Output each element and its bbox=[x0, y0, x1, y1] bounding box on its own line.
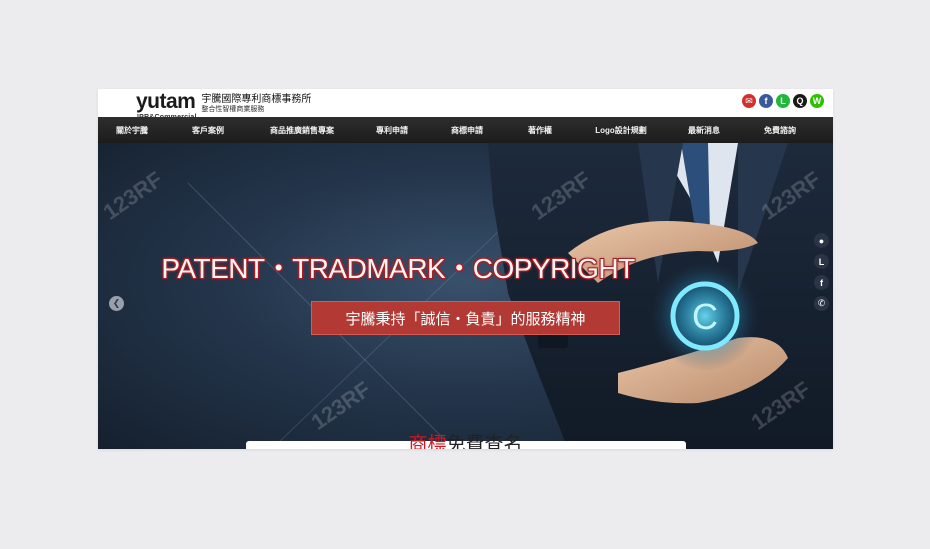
line-icon[interactable]: L bbox=[776, 94, 790, 108]
nav-item-clients[interactable]: 客戶案例 bbox=[166, 125, 250, 136]
carousel-prev-button[interactable]: ❮ bbox=[109, 296, 124, 311]
site-logo[interactable]: yutam IPR&Commercial 宇騰國際專利商標事務所 整合性智權商業… bbox=[136, 91, 311, 121]
hero-illustration: C bbox=[187, 143, 833, 449]
nav-item-trademark[interactable]: 商標申請 bbox=[430, 125, 504, 136]
nav-item-news[interactable]: 最新消息 bbox=[666, 125, 742, 136]
line-icon[interactable]: L bbox=[814, 254, 829, 269]
nav-item-about[interactable]: 關於宇騰 bbox=[98, 125, 166, 136]
chat-icon[interactable]: ● bbox=[814, 233, 829, 248]
facebook-icon[interactable]: f bbox=[814, 275, 829, 290]
nav-item-promotion[interactable]: 商品推廣銷售專案 bbox=[250, 125, 354, 136]
logo-chinese: 宇騰國際專利商標事務所 整合性智權商業服務 bbox=[201, 91, 311, 114]
nav-item-copyright[interactable]: 著作權 bbox=[504, 125, 576, 136]
site-header: yutam IPR&Commercial 宇騰國際專利商標事務所 整合性智權商業… bbox=[98, 89, 833, 121]
company-name: 宇騰國際專利商標事務所 bbox=[201, 94, 312, 105]
nav-item-consult[interactable]: 免費諮詢 bbox=[742, 125, 818, 136]
browser-viewport: yutam IPR&Commercial 宇騰國際專利商標事務所 整合性智權商業… bbox=[98, 89, 833, 449]
hero-banner: C 123RF 123RF 123RF 123RF 123RF PATENT・T… bbox=[98, 143, 833, 449]
mail-icon[interactable]: ✉ bbox=[742, 94, 756, 108]
nav-item-logo-design[interactable]: Logo設計規劃 bbox=[576, 125, 666, 136]
main-navigation: 關於宇騰 客戶案例 商品推廣銷售專案 專利申請 商標申請 著作權 Logo設計規… bbox=[98, 117, 833, 143]
logo-wordmark: yutam IPR&Commercial bbox=[136, 91, 196, 121]
trademark-search-title: 商標免費查名 bbox=[98, 429, 833, 449]
qq-icon[interactable]: Q bbox=[793, 94, 807, 108]
facebook-icon[interactable]: f bbox=[759, 94, 773, 108]
search-title-rest: 免費查名 bbox=[446, 433, 523, 449]
phone-icon[interactable]: ✆ bbox=[814, 296, 829, 311]
search-title-highlight: 商標 bbox=[408, 433, 447, 449]
copyright-symbol: C bbox=[692, 296, 718, 337]
wechat-icon[interactable]: W bbox=[810, 94, 824, 108]
chevron-left-icon: ❮ bbox=[112, 298, 121, 308]
hero-tagline: 宇騰秉持「誠信・負責」的服務精神 bbox=[311, 301, 620, 335]
nav-item-patent[interactable]: 專利申請 bbox=[354, 125, 430, 136]
social-links: ✉ f L Q W bbox=[742, 94, 824, 108]
floating-contact-bar: ● L f ✆ bbox=[814, 233, 829, 311]
hero-headline: PATENT・TRADMARK・COPYRIGHT bbox=[161, 253, 635, 284]
company-slogan: 整合性智權商業服務 bbox=[201, 105, 265, 113]
